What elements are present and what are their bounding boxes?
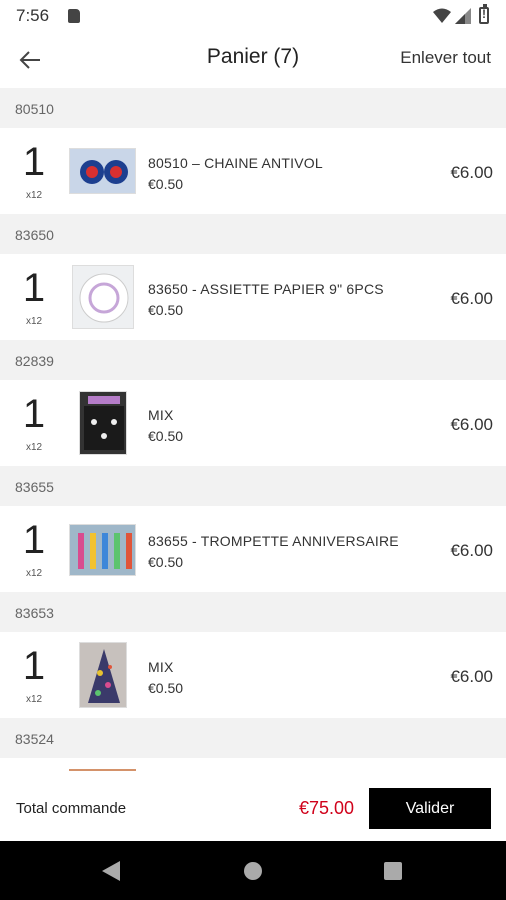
item-unit-price: €0.50 [148, 302, 184, 318]
item-pack-size: x12 [25, 190, 43, 201]
group-header: 83524 [0, 718, 506, 758]
cart-list[interactable]: 80510 1 x12 80510 – CHAINE ANTIVOL €0.50… [0, 88, 506, 771]
sim-card-icon [68, 9, 80, 23]
nav-back-icon[interactable] [102, 861, 120, 881]
order-total-value: €75.00 [299, 798, 355, 818]
item-unit-price: €0.50 [148, 428, 184, 444]
cart-item[interactable] [0, 758, 506, 771]
product-image [79, 273, 129, 323]
item-total: €6.00 [450, 415, 493, 434]
status-time: 7:56 [16, 6, 50, 25]
item-name: 83655 - TROMPETTE ANNIVERSAIRE [148, 533, 399, 549]
product-thumbnail [69, 524, 136, 576]
item-unit-price: €0.50 [148, 554, 184, 570]
item-name: MIX [148, 659, 174, 675]
battery-icon [479, 4, 489, 24]
product-image [78, 533, 132, 569]
item-quantity[interactable]: 1 [14, 520, 54, 560]
nav-home-icon[interactable] [244, 862, 262, 880]
order-total-label: Total commande [16, 800, 127, 817]
product-image [88, 649, 120, 703]
status-bar: 7:56 [0, 0, 506, 32]
product-image [84, 396, 124, 450]
product-thumbnail [69, 148, 136, 194]
group-header: 82839 [0, 340, 506, 380]
item-pack-size: x12 [25, 316, 43, 327]
signal-icon [455, 8, 471, 24]
order-summary-bar: Total commande €75.00 Valider [0, 771, 506, 841]
item-name: MIX [148, 407, 174, 423]
group-header: 83650 [0, 214, 506, 254]
validate-button[interactable]: Valider [369, 788, 491, 829]
item-total: €6.00 [450, 667, 493, 686]
group-header: 83653 [0, 592, 506, 632]
cart-item[interactable]: 1 x12 83650 - ASSIETTE PAPIER 9" 6PCS €0… [0, 254, 506, 340]
system-navigation-bar [0, 841, 506, 900]
wifi-icon [433, 8, 451, 23]
cart-item[interactable]: 1 x12 83655 - TROMPETTE ANNIVERSAIRE €0.… [0, 506, 506, 592]
product-thumbnail [79, 391, 127, 455]
item-name: 83650 - ASSIETTE PAPIER 9" 6PCS [148, 281, 384, 297]
product-thumbnail [79, 642, 127, 708]
item-unit-price: €0.50 [148, 680, 184, 696]
item-unit-price: €0.50 [148, 176, 184, 192]
cart-item[interactable]: 1 x12 MIX €0.50 €6.00 [0, 380, 506, 466]
item-quantity[interactable]: 1 [14, 142, 54, 182]
item-quantity[interactable]: 1 [14, 646, 54, 686]
product-thumbnail [72, 265, 134, 329]
cart-item[interactable]: 1 x12 80510 – CHAINE ANTIVOL €0.50 €6.00 [0, 128, 506, 214]
remove-all-button[interactable]: Enlever tout [400, 48, 491, 68]
item-name: 80510 – CHAINE ANTIVOL [148, 155, 323, 171]
item-pack-size: x12 [25, 694, 43, 705]
group-header: 83655 [0, 466, 506, 506]
product-image [80, 160, 128, 184]
item-pack-size: x12 [25, 568, 43, 579]
item-pack-size: x12 [25, 442, 43, 453]
item-quantity[interactable]: 1 [14, 268, 54, 308]
item-total: €6.00 [450, 289, 493, 308]
nav-recent-apps-icon[interactable] [384, 862, 402, 880]
cart-item[interactable]: 1 x12 MIX €0.50 €6.00 [0, 632, 506, 718]
item-total: €6.00 [450, 541, 493, 560]
app-bar: Panier (7) Enlever tout [0, 32, 506, 88]
item-quantity[interactable]: 1 [14, 394, 54, 434]
group-header: 80510 [0, 88, 506, 128]
item-total: €6.00 [450, 163, 493, 182]
